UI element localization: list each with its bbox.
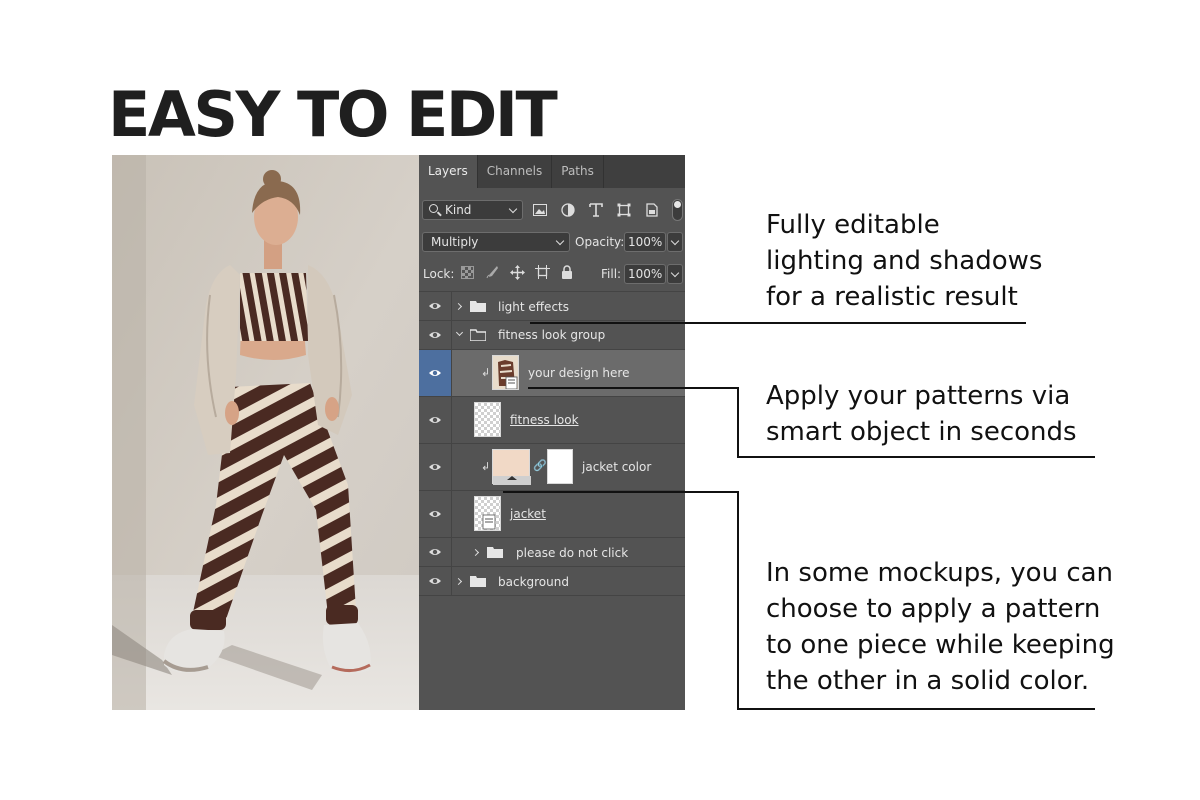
eye-icon: [429, 370, 441, 376]
visibility-toggle[interactable]: [419, 292, 452, 320]
headline: EASY TO EDIT: [108, 78, 558, 151]
folder-icon: [470, 576, 486, 587]
layer-name: background: [498, 575, 569, 589]
shape-filter-icon[interactable]: [616, 202, 632, 218]
eye-icon: [429, 549, 441, 555]
visibility-toggle[interactable]: [419, 397, 452, 443]
callout-line-solid-under: [737, 708, 1095, 710]
filter-icons: [532, 200, 660, 220]
layer-please-do-not-click[interactable]: please do not click: [419, 537, 685, 566]
blend-mode-value: Multiply: [431, 235, 479, 249]
layer-name: light effects: [498, 300, 569, 314]
lock-position-icon[interactable]: [509, 264, 525, 280]
eye-icon: [429, 511, 441, 517]
eye-icon: [429, 417, 441, 423]
pixel-filter-icon[interactable]: [532, 202, 548, 218]
search-icon: [429, 204, 438, 213]
visibility-toggle[interactable]: [419, 350, 452, 396]
fill-input[interactable]: 100%: [624, 264, 666, 284]
lock-all-icon[interactable]: [559, 264, 575, 280]
eye-icon: [429, 303, 441, 309]
lock-artboard-icon[interactable]: [534, 264, 550, 280]
adjustment-filter-icon[interactable]: [560, 202, 576, 218]
layer-light-effects[interactable]: light effects: [419, 291, 685, 320]
fill-color-thumbnail[interactable]: [492, 449, 531, 485]
lock-label: Lock:: [423, 267, 455, 281]
folder-icon: [487, 547, 503, 558]
callout-line-patterns-vertical: [737, 387, 739, 458]
visibility-toggle[interactable]: [419, 567, 452, 595]
filter-toggle[interactable]: [672, 199, 683, 221]
mask-thumbnail[interactable]: [547, 449, 573, 484]
lock-transparent-icon[interactable]: [459, 264, 475, 280]
visibility-toggle[interactable]: [419, 321, 452, 349]
link-icon: 🔗: [533, 459, 547, 472]
kind-filter-select[interactable]: Kind: [422, 200, 523, 220]
folder-icon: [470, 301, 486, 312]
folder-open-icon: [470, 329, 486, 341]
chevron-down-icon: [508, 204, 518, 214]
visibility-toggle[interactable]: [419, 538, 452, 566]
tab-channels[interactable]: Channels: [478, 155, 553, 188]
callout-line-solid-vertical: [737, 491, 739, 710]
opacity-input[interactable]: 100%: [624, 232, 666, 252]
blend-mode-select[interactable]: Multiply: [422, 232, 570, 252]
opacity-dropdown[interactable]: [667, 232, 683, 252]
layer-name: fitness look group: [498, 328, 606, 342]
collapse-arrow-icon[interactable]: [455, 328, 464, 337]
caption-patterns: Apply your patterns via smart object in …: [766, 381, 1077, 447]
type-filter-icon[interactable]: [588, 202, 604, 218]
opacity-value: 100%: [628, 235, 663, 249]
tab-layers[interactable]: Layers: [419, 155, 478, 188]
visibility-toggle[interactable]: [419, 444, 452, 490]
layer-background[interactable]: background: [419, 566, 685, 596]
caption-solid-color: In some mockups, you can choose to apply…: [766, 558, 1115, 696]
smart-object-thumbnail[interactable]: [492, 355, 519, 390]
chevron-down-icon: [670, 236, 680, 246]
clipping-mask-icon: ↲: [481, 366, 491, 379]
layer-thumbnail[interactable]: [474, 402, 501, 437]
expand-arrow-icon[interactable]: [454, 577, 463, 586]
layer-fitness-look-group[interactable]: fitness look group: [419, 320, 685, 349]
fill-value: 100%: [628, 267, 663, 281]
layer-fitness-look[interactable]: fitness look: [419, 396, 685, 443]
callout-line-patterns: [528, 387, 738, 389]
layer-name: fitness look: [510, 413, 579, 427]
fill-label: Fill:: [601, 267, 622, 281]
expand-arrow-icon[interactable]: [454, 302, 463, 311]
layer-name: your design here: [528, 366, 630, 380]
eye-icon: [429, 578, 441, 584]
model-photo: [112, 155, 419, 710]
caption-lighting: Fully editable lighting and shadows for …: [766, 210, 1043, 312]
tab-paths[interactable]: Paths: [552, 155, 604, 188]
fill-dropdown[interactable]: [667, 264, 683, 284]
layer-name: please do not click: [516, 546, 629, 560]
callout-line-lighting: [530, 322, 1026, 324]
chevron-down-icon: [555, 236, 565, 246]
layer-jacket-color[interactable]: ↲ 🔗 jacket color: [419, 443, 685, 490]
eye-icon: [429, 332, 441, 338]
layer-jacket[interactable]: jacket: [419, 490, 685, 537]
visibility-toggle[interactable]: [419, 491, 452, 537]
panel-tabs: Layers Channels Paths: [419, 155, 685, 188]
layers-panel: Layers Channels Paths Kind Multiply Opac…: [419, 155, 685, 710]
callout-line-patterns-under: [737, 456, 1095, 458]
clipping-mask-icon: ↲: [481, 460, 491, 473]
chevron-down-icon: [670, 268, 680, 278]
layer-name: jacket: [510, 507, 546, 521]
smart-object-thumbnail[interactable]: [474, 496, 501, 531]
kind-filter-label: Kind: [445, 203, 472, 217]
layer-name: jacket color: [582, 460, 652, 474]
eye-icon: [429, 464, 441, 470]
smart-object-filter-icon[interactable]: [644, 202, 660, 218]
lock-icons: [459, 264, 575, 280]
lock-pixels-icon[interactable]: [484, 264, 500, 280]
callout-line-solid: [503, 491, 738, 493]
expand-arrow-icon[interactable]: [471, 548, 480, 557]
opacity-label: Opacity:: [575, 235, 625, 249]
